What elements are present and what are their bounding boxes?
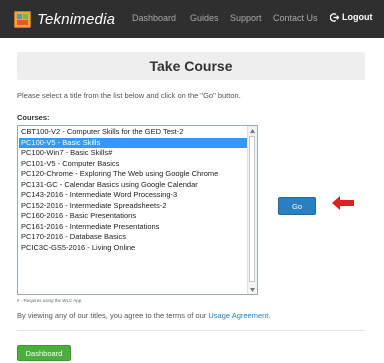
course-option[interactable]: CBT100-V2 - Computer Skills for the GED … <box>19 127 248 138</box>
nav-link-dashboard[interactable]: Dashboard <box>132 13 176 23</box>
course-option[interactable]: PC101-V5 - Computer Basics <box>19 159 248 170</box>
terms-prefix: By viewing any of our titles, you agree … <box>17 311 209 320</box>
course-options: CBT100-V2 - Computer Skills for the GED … <box>19 127 248 253</box>
course-option[interactable]: PC100-Win7 - Basic Skills# <box>19 148 248 159</box>
red-arrow-left-icon <box>332 196 354 210</box>
logout-icon <box>330 12 339 22</box>
dashboard-button[interactable]: Dashboard <box>17 345 71 361</box>
course-option[interactable]: PC131-GC - Calendar Basics using Google … <box>19 180 248 191</box>
instructions-text: Please select a title from the list belo… <box>17 91 241 100</box>
scroll-down-icon[interactable] <box>248 285 257 294</box>
course-option[interactable]: PC160-2016 - Basic Presentations <box>19 211 248 222</box>
course-option[interactable]: PCIC3C-GS5-2016 - Living Online <box>19 243 248 254</box>
course-option[interactable]: PC152-2016 - Intermediate Spreadsheets-2 <box>19 201 248 212</box>
nav-link-contact-us[interactable]: Contact Us <box>273 13 318 23</box>
footnote-text: # - Requires using the WLC App. <box>17 298 83 303</box>
listbox-scrollbar[interactable] <box>247 126 257 294</box>
logout-button[interactable]: Logout <box>330 12 373 22</box>
nav-link-guides[interactable]: Guides <box>190 13 219 23</box>
nav-link-support[interactable]: Support <box>230 13 262 23</box>
scroll-up-icon[interactable] <box>248 126 257 135</box>
usage-agreement-link[interactable]: Usage Agreement <box>208 311 268 320</box>
top-navbar: Teknimedia Dashboard Guides Support Cont… <box>0 0 384 38</box>
page-title-bar: Take Course <box>17 52 365 80</box>
course-option[interactable]: PC161-2016 - Intermediate Presentations <box>19 222 248 233</box>
courses-listbox[interactable]: CBT100-V2 - Computer Skills for the GED … <box>17 125 258 295</box>
terms-text: By viewing any of our titles, you agree … <box>17 311 271 320</box>
courses-label: Courses: <box>17 113 50 122</box>
course-option[interactable]: PC120-Chrome - Exploring The Web using G… <box>19 169 248 180</box>
course-option-selected[interactable]: PC100-V5 - Basic Skills <box>19 137 248 148</box>
course-option[interactable]: PC143-2016 - Intermediate Word Processin… <box>19 190 248 201</box>
page-title: Take Course <box>149 58 233 74</box>
logout-label: Logout <box>342 12 373 22</box>
terms-suffix: . <box>268 311 271 320</box>
divider <box>17 330 365 331</box>
nav-links: Dashboard Guides Support Contact Us <box>0 0 384 38</box>
course-option[interactable]: PC170-2016 - Database Basics <box>19 232 248 243</box>
go-button[interactable]: Go <box>278 197 316 215</box>
scroll-thumb[interactable] <box>249 136 255 282</box>
